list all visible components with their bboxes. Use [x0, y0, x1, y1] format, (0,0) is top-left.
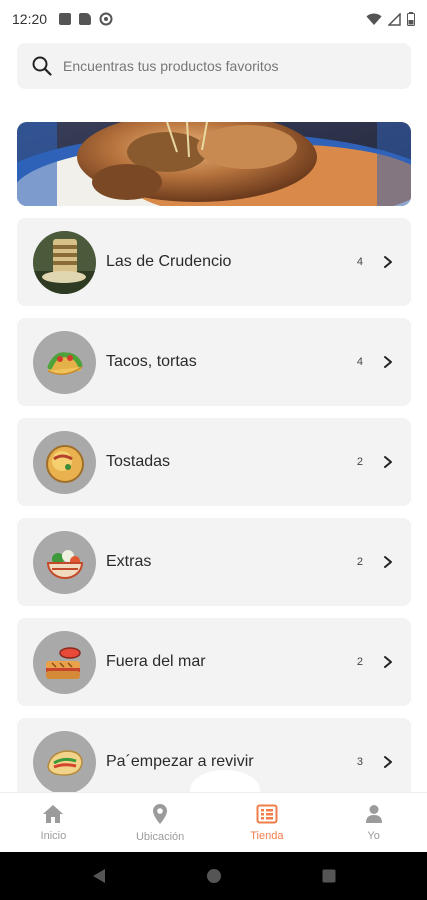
nav-item-ubicacion[interactable]: Ubicación — [107, 793, 214, 852]
cell-signal-icon — [388, 12, 401, 26]
nav-label: Tienda — [250, 829, 284, 842]
category-count: 2 — [356, 656, 363, 668]
nav-label: Yo — [367, 829, 380, 842]
chevron-right-icon — [384, 556, 392, 568]
system-icons — [366, 12, 415, 26]
hero-banner-image[interactable] — [17, 122, 411, 206]
category-thumbnail — [33, 530, 96, 594]
category-name: Tacos, tortas — [106, 353, 197, 370]
notification-icons — [59, 12, 113, 26]
tostada-icon — [45, 445, 84, 483]
chevron-right-icon — [384, 256, 392, 268]
sandwich-icon — [45, 647, 81, 679]
sim-card-icon — [79, 13, 92, 25]
category-count: 2 — [356, 456, 363, 468]
chevron-right-icon — [384, 756, 392, 768]
location-pin-icon — [153, 803, 168, 824]
system-navigation-bar — [0, 852, 427, 900]
bottom-navigation: Inicio Ubicación Tienda Yo — [0, 792, 427, 852]
search-input[interactable]: Encuentras tus productos favoritos — [63, 58, 279, 74]
category-thumbnail — [33, 330, 96, 394]
search-icon — [32, 56, 52, 76]
nav-label: Inicio — [40, 829, 67, 842]
layered-food-icon — [33, 230, 96, 294]
store-list-icon — [256, 804, 278, 823]
data-saver-icon — [99, 12, 113, 26]
battery-icon — [407, 12, 415, 26]
nav-item-yo[interactable]: Yo — [320, 793, 427, 852]
category-list: Las de Crudencio 4 Tacos, tortas 4 Tosta… — [17, 218, 411, 818]
category-name: Las de Crudencio — [106, 253, 232, 270]
chevron-right-icon — [384, 656, 392, 668]
category-name: Tostadas — [106, 453, 171, 470]
nav-label: Ubicación — [135, 830, 185, 843]
back-triangle-icon[interactable] — [92, 868, 106, 884]
category-name: Fuera del mar — [106, 653, 206, 670]
chevron-right-icon — [384, 356, 392, 368]
taco-icon — [47, 352, 82, 375]
nav-item-inicio[interactable]: Inicio — [0, 793, 107, 852]
wifi-icon — [366, 13, 382, 25]
category-card-las-de-crudencio[interactable]: Las de Crudencio 4 — [17, 218, 411, 306]
category-card-fuera-del-mar[interactable]: Fuera del mar 2 — [17, 618, 411, 706]
category-thumbnail — [33, 630, 96, 694]
status-bar: 12:20 — [0, 0, 427, 38]
bowl-icon — [46, 550, 83, 579]
category-card-tostadas[interactable]: Tostadas 2 — [17, 418, 411, 506]
category-card-extras[interactable]: Extras 2 — [17, 518, 411, 606]
category-name: Pa´empezar a revivir — [106, 753, 254, 770]
nav-item-tienda[interactable]: Tienda — [214, 793, 321, 852]
category-thumbnail — [33, 230, 96, 294]
category-count: 3 — [356, 756, 363, 768]
notification-square-icon — [59, 13, 72, 25]
category-count: 4 — [356, 356, 363, 368]
burrito-icon — [46, 750, 83, 776]
category-count: 2 — [356, 556, 363, 568]
recents-square-icon[interactable] — [322, 869, 336, 883]
search-bar[interactable]: Encuentras tus productos favoritos — [17, 43, 411, 89]
user-icon — [365, 804, 382, 823]
category-count: 4 — [356, 256, 363, 268]
status-time: 12:20 — [12, 11, 48, 27]
category-name: Extras — [106, 553, 152, 570]
category-thumbnail — [33, 430, 96, 494]
category-card-tacos-tortas[interactable]: Tacos, tortas 4 — [17, 318, 411, 406]
home-icon — [43, 804, 64, 823]
home-circle-icon[interactable] — [206, 868, 222, 884]
category-thumbnail — [33, 730, 96, 794]
food-photo — [17, 122, 411, 206]
chevron-right-icon — [384, 456, 392, 468]
